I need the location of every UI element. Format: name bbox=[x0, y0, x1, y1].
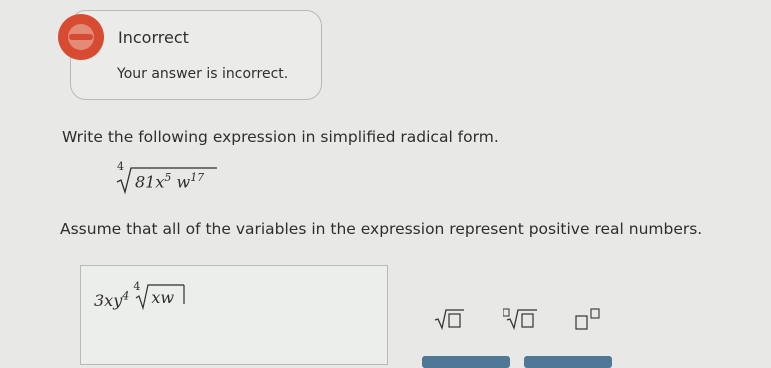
alert-icon bbox=[58, 14, 104, 60]
question-prompt: Write the following expression in simpli… bbox=[62, 128, 499, 146]
nth-root-icon[interactable] bbox=[502, 308, 539, 334]
feedback-message: Your answer is incorrect. bbox=[117, 66, 289, 82]
radicand-exponent-2: 17 bbox=[190, 171, 205, 184]
answer-radicand: xw bbox=[151, 288, 175, 307]
action-button-2[interactable] bbox=[524, 356, 612, 368]
answer-exponent-y: 4 bbox=[122, 289, 130, 303]
feedback-panel bbox=[70, 10, 322, 100]
action-button-1[interactable] bbox=[422, 356, 510, 368]
answer-expression[interactable]: 3xy4 4 xw bbox=[94, 280, 190, 311]
radical-index: 4 bbox=[117, 160, 124, 173]
answer-input-box[interactable] bbox=[80, 265, 388, 365]
answer-coefficient: 3xy bbox=[94, 291, 123, 310]
radicand-exponent-1: 5 bbox=[164, 171, 172, 184]
radicand-base-1: 81x bbox=[135, 172, 165, 192]
superscript-icon[interactable] bbox=[574, 308, 604, 334]
assumption-text: Assume that all of the variables in the … bbox=[60, 220, 703, 238]
square-root-icon[interactable] bbox=[434, 308, 466, 334]
feedback-title: Incorrect bbox=[118, 28, 189, 47]
radicand-base-2: w bbox=[176, 172, 191, 192]
